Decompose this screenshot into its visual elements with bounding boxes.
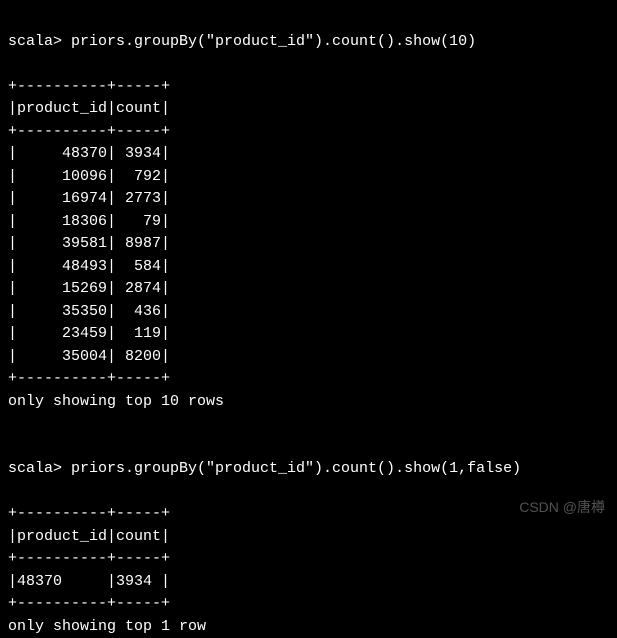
table1-row: | 39581| 8987| xyxy=(8,235,170,252)
table1-row: | 35004| 8200| xyxy=(8,348,170,365)
table1-border-top: +----------+-----+ xyxy=(8,78,170,95)
scala-prompt-2[interactable]: scala> priors.groupBy("product_id").coun… xyxy=(8,458,609,481)
terminal-output: scala> priors.groupBy("product_id").coun… xyxy=(8,8,609,638)
scala-prompt-1[interactable]: scala> priors.groupBy("product_id").coun… xyxy=(8,31,609,54)
table1-border-bottom: +----------+-----+ xyxy=(8,370,170,387)
table2-header: |product_id|count| xyxy=(8,528,170,545)
watermark: CSDN @唐樽 xyxy=(519,497,605,518)
table1-row: | 15269| 2874| xyxy=(8,280,170,297)
table1-header: |product_id|count| xyxy=(8,100,170,117)
table1-border-mid: +----------+-----+ xyxy=(8,123,170,140)
table2-border-mid: +----------+-----+ xyxy=(8,550,170,567)
table2-footer: only showing top 1 row xyxy=(8,618,206,635)
table2-border-bottom: +----------+-----+ xyxy=(8,595,170,612)
table1-row: | 48493| 584| xyxy=(8,258,170,275)
table2-border-top: +----------+-----+ xyxy=(8,505,170,522)
table1-footer: only showing top 10 rows xyxy=(8,393,224,410)
table1-row: | 35350| 436| xyxy=(8,303,170,320)
table1-row: | 16974| 2773| xyxy=(8,190,170,207)
table1-row: | 23459| 119| xyxy=(8,325,170,342)
table1-row: | 10096| 792| xyxy=(8,168,170,185)
table1-row: | 48370| 3934| xyxy=(8,145,170,162)
table2-row: |48370 |3934 | xyxy=(8,573,170,590)
table1-row: | 18306| 79| xyxy=(8,213,170,230)
